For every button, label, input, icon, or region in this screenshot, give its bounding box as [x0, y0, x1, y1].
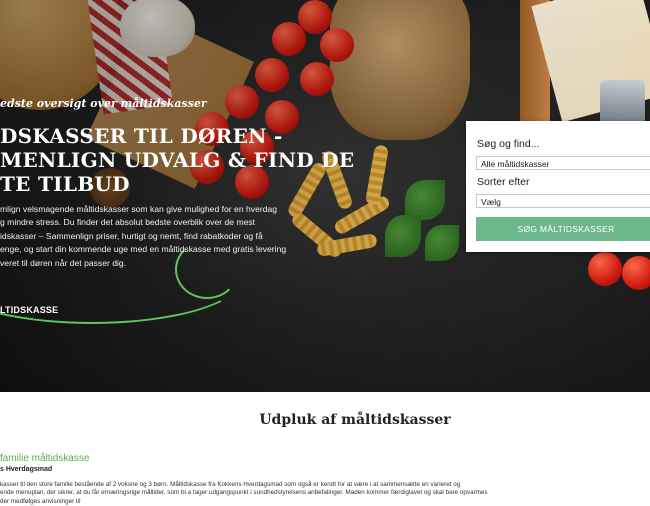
intro-line: idskasser – Sammenlign priser, hurtigt o…	[0, 230, 263, 241]
search-button[interactable]: SØG MÅLTIDSKASSER	[476, 217, 650, 241]
hero-banner: edste oversigt over måltidskasser DSKASS…	[0, 0, 650, 392]
headline-line: TE TILBUD	[0, 172, 130, 196]
intro-line: mlign velsmagende måltidskasser som kan …	[0, 204, 278, 214]
hero-tagline: edste oversigt over måltidskasser	[0, 97, 207, 110]
category-select[interactable]: Alle måltidskasser	[476, 156, 650, 170]
card-desc-line: ende menuplan, der sikrer, at du får ern…	[0, 489, 488, 497]
card-description: kasser til den store familie bestående a…	[0, 481, 488, 506]
hero-intro: mlign velsmagende måltidskasser som kan …	[0, 203, 300, 270]
card-desc-line: der medfølges anvisninger til	[0, 497, 81, 505]
card-title-link[interactable]: familie måltidskasse	[0, 453, 89, 464]
search-panel: Søg og find... Alle måltidskasser Sorter…	[466, 121, 650, 252]
sort-select[interactable]: Vælg	[476, 194, 650, 208]
hero-headline: DSKASSER TIL DØREN - MENLIGN UDVALG & FI…	[0, 124, 355, 196]
intro-line: g mindre stress. Du finder det absolut b…	[0, 217, 256, 228]
sort-label: Sorter efter	[477, 176, 530, 188]
headline-line: DSKASSER TIL DØREN -	[0, 124, 283, 148]
intro-line: veret til døren når det passer dig.	[0, 257, 127, 268]
section-title: Udpluk af måltidskasser	[259, 412, 451, 428]
hero-cta-link[interactable]: LTIDSKASSE	[0, 305, 58, 315]
card-provider: s Hverdagsmad	[0, 466, 53, 473]
headline-line: MENLIGN UDVALG & FIND DE	[0, 148, 355, 172]
search-title: Søg og find...	[477, 138, 540, 150]
intro-line: enge, og start din kommende uge med en m…	[0, 244, 287, 255]
